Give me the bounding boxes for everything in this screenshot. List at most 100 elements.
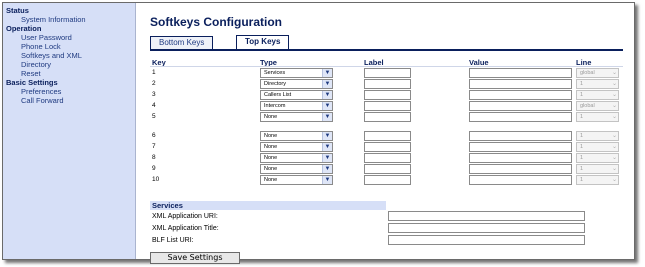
sidebar-item-preferences[interactable]: Preferences <box>21 87 61 96</box>
type-select-value: None <box>264 177 278 183</box>
line-select[interactable]: global ⌄ <box>576 101 619 111</box>
sidebar-item-directory[interactable]: Directory <box>21 60 51 69</box>
type-select[interactable]: None ▼ <box>260 112 333 122</box>
label-input[interactable] <box>364 142 411 152</box>
label-input[interactable] <box>364 68 411 78</box>
type-select[interactable]: Intercom ▼ <box>260 101 333 111</box>
chevron-down-icon: ⌄ <box>611 70 617 76</box>
sidebar-item-system-information[interactable]: System Information <box>21 15 86 24</box>
key-number: 1 <box>152 69 156 76</box>
line-select[interactable]: 1 ⌄ <box>576 131 619 141</box>
line-select-value: 1 <box>580 166 584 172</box>
type-select[interactable]: None ▼ <box>260 131 333 141</box>
table-row: 9 None ▼ 1 ⌄ <box>137 164 634 175</box>
value-input[interactable] <box>469 101 572 111</box>
value-input[interactable] <box>469 175 572 185</box>
value-input[interactable] <box>469 79 572 89</box>
line-select[interactable]: 1 ⌄ <box>576 79 619 89</box>
key-number: 7 <box>152 143 156 150</box>
line-select-value: 1 <box>580 81 584 87</box>
chevron-down-icon: ⌄ <box>611 177 617 183</box>
label-input[interactable] <box>364 175 411 185</box>
table-row: 3 Callers List ▼ 1 ⌄ <box>137 90 634 101</box>
line-select[interactable]: 1 ⌄ <box>576 175 619 185</box>
tab-top-keys[interactable]: Top Keys <box>236 35 290 49</box>
chevron-down-icon: ▼ <box>322 165 332 173</box>
type-select[interactable]: Callers List ▼ <box>260 90 333 100</box>
sidebar-heading-basic-settings: Basic Settings <box>6 78 58 87</box>
chevron-down-icon: ⌄ <box>611 166 617 172</box>
type-select[interactable]: None ▼ <box>260 153 333 163</box>
value-input[interactable] <box>469 142 572 152</box>
label-input[interactable] <box>364 131 411 141</box>
label-input[interactable] <box>364 112 411 122</box>
xml-application-uri-input[interactable] <box>388 211 585 221</box>
type-select[interactable]: None ▼ <box>260 175 333 185</box>
chevron-down-icon: ▼ <box>322 69 332 77</box>
sidebar-item-user-password[interactable]: User Password <box>21 33 72 42</box>
type-select-value: Callers List <box>264 92 292 98</box>
value-input[interactable] <box>469 153 572 163</box>
key-number: 3 <box>152 91 156 98</box>
page-title: Softkeys Configuration <box>150 15 283 29</box>
chevron-down-icon: ⌄ <box>611 133 617 139</box>
value-input[interactable] <box>469 90 572 100</box>
xml-application-title-label: XML Application Title: <box>152 225 219 232</box>
chevron-down-icon: ▼ <box>322 176 332 184</box>
xml-application-title-input[interactable] <box>388 223 585 233</box>
value-input[interactable] <box>469 164 572 174</box>
type-select-value: None <box>264 155 278 161</box>
line-select[interactable]: 1 ⌄ <box>576 90 619 100</box>
label-input[interactable] <box>364 153 411 163</box>
app-window: Status System Information Operation User… <box>2 2 635 264</box>
type-select[interactable]: Directory ▼ <box>260 79 333 89</box>
type-select-value: Services <box>264 70 286 76</box>
type-select-value: None <box>264 166 278 172</box>
chevron-down-icon: ▼ <box>322 132 332 140</box>
value-input[interactable] <box>469 112 572 122</box>
line-select-value: 1 <box>580 133 584 139</box>
line-select-value: 1 <box>580 177 584 183</box>
line-select[interactable]: 1 ⌄ <box>576 112 619 122</box>
sidebar-item-softkeys-and-xml[interactable]: Softkeys and XML <box>21 51 82 60</box>
type-select-value: None <box>264 114 278 120</box>
type-select[interactable]: Services ▼ <box>260 68 333 78</box>
label-input[interactable] <box>364 164 411 174</box>
tab-bottom-keys[interactable]: Bottom Keys <box>150 36 214 49</box>
chevron-down-icon: ⌄ <box>611 155 617 161</box>
chevron-down-icon: ▼ <box>322 91 332 99</box>
chevron-down-icon: ▼ <box>322 113 332 121</box>
type-select[interactable]: None ▼ <box>260 142 333 152</box>
label-input[interactable] <box>364 90 411 100</box>
line-select-value: 1 <box>580 92 584 98</box>
label-input[interactable] <box>364 79 411 89</box>
chevron-down-icon: ▼ <box>322 143 332 151</box>
line-select-value: global <box>580 103 595 109</box>
type-select[interactable]: None ▼ <box>260 164 333 174</box>
line-select[interactable]: 1 ⌄ <box>576 153 619 163</box>
chevron-down-icon: ⌄ <box>611 103 617 109</box>
key-number: 5 <box>152 113 156 120</box>
type-select-value: Directory <box>264 81 287 87</box>
table-row: 6 None ▼ 1 ⌄ <box>137 131 634 142</box>
line-select[interactable]: 1 ⌄ <box>576 142 619 152</box>
value-input[interactable] <box>469 68 572 78</box>
type-select-value: Intercom <box>264 103 286 109</box>
table-row: 7 None ▼ 1 ⌄ <box>137 142 634 153</box>
blf-list-uri-input[interactable] <box>388 235 585 245</box>
sidebar-item-reset[interactable]: Reset <box>21 69 41 78</box>
line-select[interactable]: global ⌄ <box>576 68 619 78</box>
save-settings-button[interactable]: Save Settings <box>150 252 240 264</box>
key-number: 8 <box>152 154 156 161</box>
sidebar-item-phone-lock[interactable]: Phone Lock <box>21 42 61 51</box>
label-input[interactable] <box>364 101 411 111</box>
value-input[interactable] <box>469 131 572 141</box>
line-select[interactable]: 1 ⌄ <box>576 164 619 174</box>
table-row: 5 None ▼ 1 ⌄ <box>137 112 634 123</box>
sidebar-item-call-forward[interactable]: Call Forward <box>21 96 64 105</box>
chevron-down-icon: ⌄ <box>611 81 617 87</box>
line-select-value: 1 <box>580 114 584 120</box>
blf-list-uri-label: BLF List URI: <box>152 237 194 244</box>
key-number: 10 <box>152 176 160 183</box>
tab-underline <box>150 49 623 51</box>
